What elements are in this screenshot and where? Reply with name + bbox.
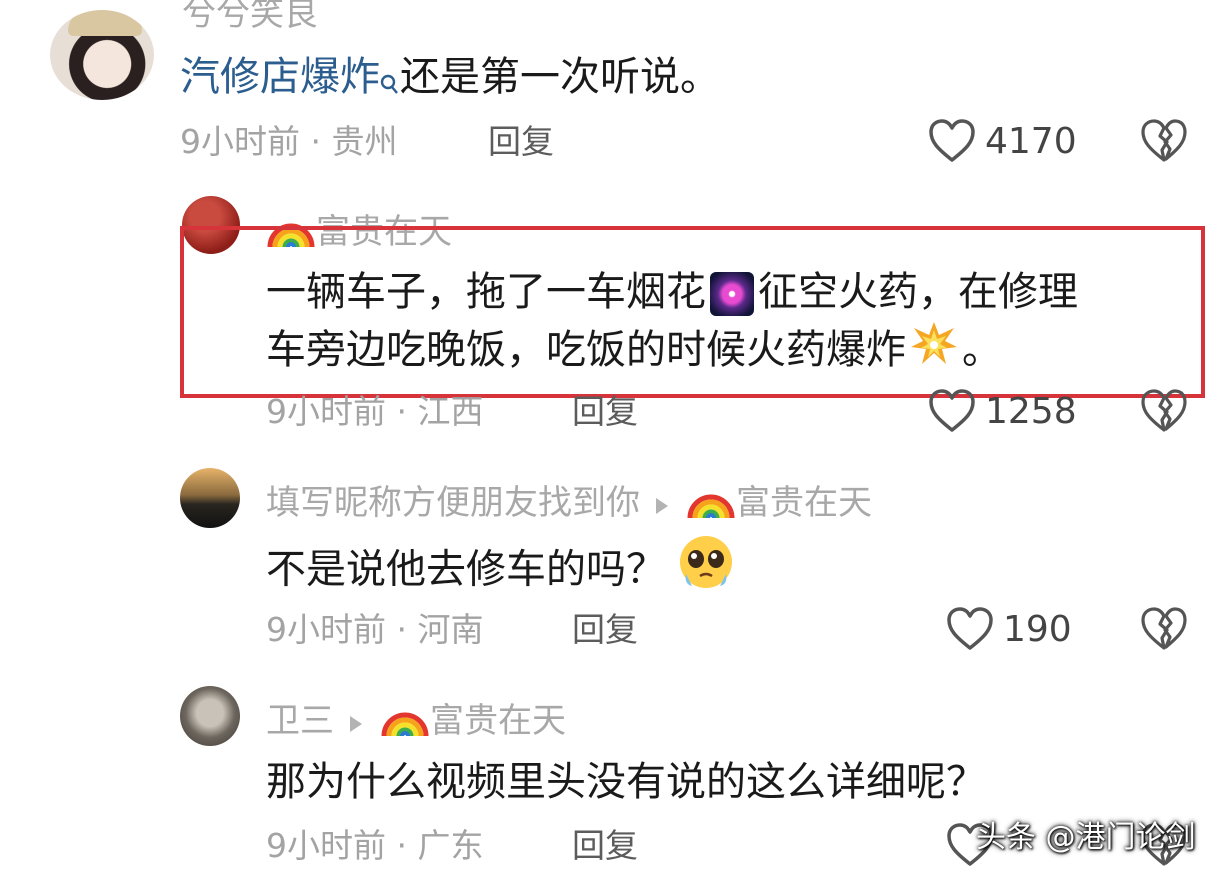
commenter-name-row: 卫三 富贵在天 (266, 696, 566, 749)
reply-arrow-icon (654, 485, 670, 525)
heart-icon[interactable] (928, 118, 976, 164)
like-count: 190 (1003, 609, 1072, 650)
broken-heart-icon[interactable] (1140, 118, 1188, 164)
heart-icon[interactable] (946, 606, 994, 652)
commenter-name[interactable]: 卫三 (266, 701, 334, 741)
explosion-emoji (910, 320, 958, 385)
comment-meta: 9小时前 · 广东 (266, 826, 484, 865)
reply-arrow-icon (348, 703, 364, 743)
comment-text-line-2: 车旁边吃晚饭，吃饭的时候火药爆炸 。 (266, 318, 1002, 385)
comment-meta: 9小时前 · 河南 (266, 610, 484, 649)
like-count: 4170 (985, 121, 1077, 162)
comment-text-rest: 还是第一次听说。 (400, 54, 720, 100)
like-count: 1258 (985, 391, 1077, 432)
fireworks-emoji (710, 272, 754, 316)
reply-to-name[interactable]: 富贵在天 (430, 701, 566, 741)
avatar-commenter-3[interactable] (180, 468, 240, 528)
comment-text-part: 不是说他去修车的吗？ (266, 546, 666, 593)
comment-text: 不是说他去修车的吗？ (266, 534, 736, 609)
reply-button[interactable]: 回复 (572, 610, 638, 650)
commenter-name[interactable]: 填写昵称方便朋友找到你 (266, 483, 640, 523)
reply-button[interactable]: 回复 (572, 826, 638, 866)
rainbow-emoji (380, 696, 430, 749)
watermark: 头条 @港门论剑 (976, 820, 1196, 855)
comment-text: 那为什么视频里头没有说的这么详细呢？ (266, 759, 986, 805)
broken-heart-icon[interactable] (1140, 388, 1188, 434)
heart-icon[interactable] (928, 388, 976, 434)
comment-meta: 9小时前 · 贵州 (180, 122, 398, 161)
comment-text-line-1: 一辆车子，拖了一车烟花 征空火药，在修理 (266, 260, 1078, 324)
reply-button[interactable]: 回复 (488, 122, 554, 162)
comment-text-part: 车旁边吃晚饭，吃饭的时候火药爆炸 (266, 327, 906, 373)
comment-text-part: 征空火药，在修理 (758, 269, 1078, 315)
broken-heart-icon[interactable] (1140, 606, 1188, 652)
reply-to-name[interactable]: 富贵在天 (736, 483, 872, 523)
commenter-name[interactable]: 兮兮笑良 (182, 0, 318, 32)
avatar-commenter-1[interactable] (50, 10, 154, 100)
search-icon[interactable] (380, 51, 400, 115)
avatar-commenter-4[interactable] (180, 686, 240, 746)
comment-text-part: 一辆车子，拖了一车烟花 (266, 269, 706, 315)
reply-button[interactable]: 回复 (572, 392, 638, 432)
comment-meta: 9小时前 · 江西 (266, 392, 484, 431)
pleading-face-emoji (676, 534, 736, 609)
comment-text: 汽修店爆炸 还是第一次听说。 (180, 45, 720, 115)
commenter-name-row: 填写昵称方便朋友找到你 富贵在天 (266, 478, 872, 531)
rainbow-emoji (686, 478, 736, 531)
search-keyword-link[interactable]: 汽修店爆炸 (180, 54, 380, 100)
comment-text-part: 。 (962, 327, 1002, 373)
